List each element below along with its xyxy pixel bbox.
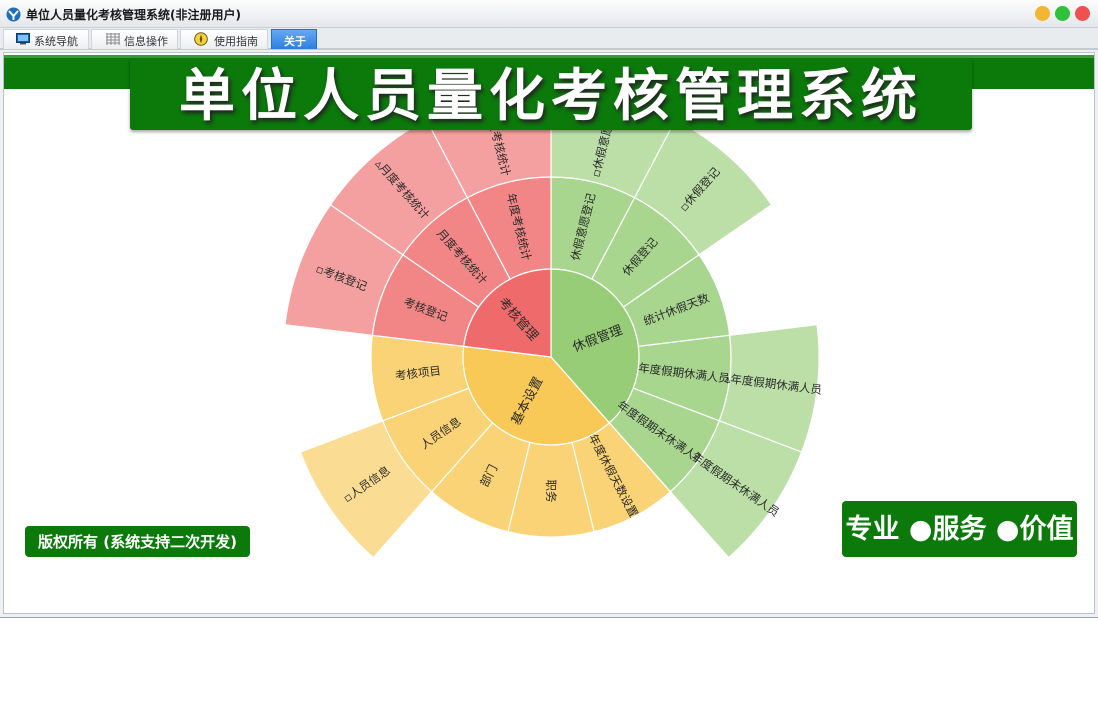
copyright-badge: 版权所有 (系统支持二次开发): [25, 526, 250, 557]
slogan-badge: 专业 ●服务 ●价值: [842, 501, 1077, 557]
app-window: 单位人员量化考核管理系统(非注册用户) 系统导航 信息操作 使用指南 关于 休假…: [0, 0, 1098, 618]
banner: 单位人员量化考核管理系统: [130, 58, 972, 130]
banner-title: 单位人员量化考核管理系统: [179, 64, 923, 129]
slogan-text: 专业 ●服务 ●价值: [845, 514, 1074, 545]
copyright-text: 版权所有 (系统支持二次开发): [38, 533, 237, 551]
